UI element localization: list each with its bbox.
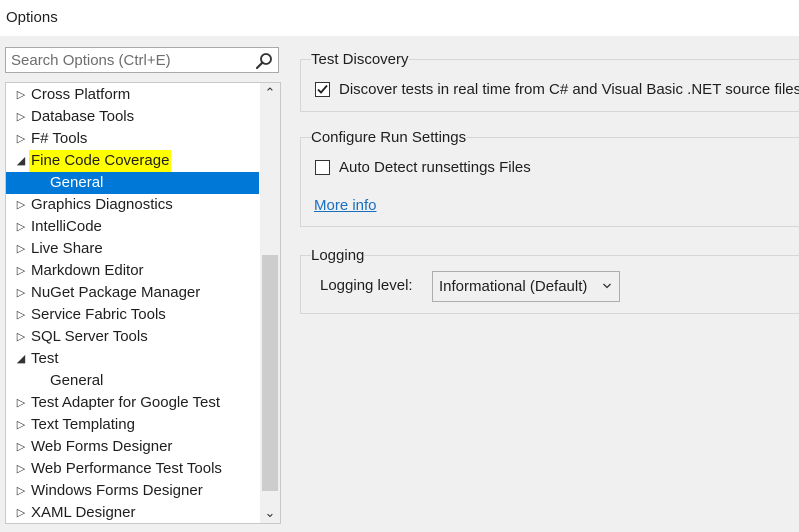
chevron-down-icon <box>603 283 611 289</box>
tree-item-fsharp-tools[interactable]: ▷ F# Tools <box>6 128 259 150</box>
expand-arrow-icon[interactable]: ▷ <box>16 436 26 458</box>
group-title: Configure Run Settings <box>311 129 467 146</box>
expand-arrow-icon[interactable]: ▷ <box>16 458 26 480</box>
tree-item-label: Graphics Diagnostics <box>31 196 173 213</box>
tree-item-test-adapter-google-test[interactable]: ▷ Test Adapter for Google Test <box>6 392 259 414</box>
tree-item-label: IntelliCode <box>31 218 102 235</box>
title-bar: Options <box>0 0 799 36</box>
tree-item-label: NuGet Package Manager <box>31 284 201 301</box>
expand-arrow-icon[interactable]: ▷ <box>16 282 26 304</box>
discover-tests-checkbox[interactable] <box>315 82 330 97</box>
search-icon[interactable] <box>255 52 273 70</box>
scroll-down-icon[interactable]: ⌄ <box>260 503 280 523</box>
tree-item-text-templating[interactable]: ▷ Text Templating <box>6 414 259 436</box>
group-title: Test Discovery <box>311 51 409 68</box>
tree-item-label: Cross Platform <box>31 86 131 103</box>
tree-item-label: Test <box>31 350 59 367</box>
expand-arrow-icon[interactable]: ▷ <box>16 260 26 282</box>
tree-item-test[interactable]: ◢ Test <box>6 348 259 370</box>
expand-arrow-icon[interactable]: ▷ <box>16 128 26 150</box>
tree-item-label: General <box>50 372 104 389</box>
tree-item-live-share[interactable]: ▷ Live Share <box>6 238 259 260</box>
logging-level-label: Logging level: <box>320 277 413 294</box>
options-tree: ▷ Cross Platform ▷ Database Tools ▷ F# T… <box>5 82 281 524</box>
checkbox-label: Auto Detect runsettings Files <box>339 159 531 176</box>
checkbox-label: Discover tests in real time from C# and … <box>339 81 799 98</box>
tree-item-test-general[interactable]: General <box>6 370 259 392</box>
group-title: Logging <box>311 247 365 264</box>
expand-arrow-icon[interactable]: ▷ <box>16 480 26 502</box>
tree-item-label: Web Performance Test Tools <box>31 460 222 477</box>
expand-arrow-icon[interactable]: ▷ <box>16 414 26 436</box>
scroll-thumb[interactable] <box>262 255 278 491</box>
expand-arrow-icon[interactable]: ▷ <box>16 326 26 348</box>
run-settings-group: Configure Run Settings Auto Detect runse… <box>300 129 799 227</box>
tree-item-label: SQL Server Tools <box>31 328 148 345</box>
tree-item-label: Web Forms Designer <box>31 438 173 455</box>
expand-arrow-icon[interactable]: ▷ <box>16 238 26 260</box>
tree-item-label: Live Share <box>31 240 103 257</box>
tree-item-label: General <box>50 174 104 191</box>
tree-item-label: Markdown Editor <box>31 262 144 279</box>
test-discovery-group: Test Discovery Discover tests in real ti… <box>300 51 799 112</box>
expand-arrow-icon[interactable]: ▷ <box>16 392 26 414</box>
tree-item-label: F# Tools <box>31 130 88 147</box>
tree-item-service-fabric-tools[interactable]: ▷ Service Fabric Tools <box>6 304 259 326</box>
tree-scrollbar[interactable]: ⌃ ⌄ <box>260 83 280 523</box>
dropdown-value: Informational (Default) <box>439 278 588 295</box>
tree-item-markdown-editor[interactable]: ▷ Markdown Editor <box>6 260 259 282</box>
logging-group: Logging Logging level: Informational (De… <box>300 247 799 314</box>
tree-item-label: Windows Forms Designer <box>31 482 203 499</box>
tree-item-label: Test Adapter for Google Test <box>31 394 221 411</box>
logging-level-select[interactable]: Informational (Default) <box>432 271 620 302</box>
tree-item-cross-platform[interactable]: ▷ Cross Platform <box>6 84 259 106</box>
checkmark-icon <box>317 84 328 94</box>
search-input[interactable] <box>6 48 255 72</box>
search-box[interactable] <box>5 47 279 73</box>
tree-item-label: XAML Designer <box>31 504 136 521</box>
tree-item-xaml-designer[interactable]: ▷ XAML Designer <box>6 502 259 523</box>
tree-item-intellicode[interactable]: ▷ IntelliCode <box>6 216 259 238</box>
scroll-up-icon[interactable]: ⌃ <box>260 83 280 103</box>
tree-item-nuget-package-manager[interactable]: ▷ NuGet Package Manager <box>6 282 259 304</box>
expand-arrow-icon[interactable]: ▷ <box>16 194 26 216</box>
expand-arrow-icon[interactable]: ▷ <box>16 304 26 326</box>
collapse-arrow-icon[interactable]: ◢ <box>16 348 26 370</box>
expand-arrow-icon[interactable]: ▷ <box>16 216 26 238</box>
tree-item-label: Service Fabric Tools <box>31 306 166 323</box>
tree-item-label: Fine Code Coverage <box>29 150 172 172</box>
tree-item-label: Database Tools <box>31 108 135 125</box>
tree-item-label: Text Templating <box>31 416 135 433</box>
tree-item-graphics-diagnostics[interactable]: ▷ Graphics Diagnostics <box>6 194 259 216</box>
tree-item-sql-server-tools[interactable]: ▷ SQL Server Tools <box>6 326 259 348</box>
tree-item-fine-code-coverage[interactable]: ◢ Fine Code Coverage <box>6 150 259 172</box>
expand-arrow-icon[interactable]: ▷ <box>16 502 26 523</box>
more-info-link[interactable]: More info <box>314 197 377 214</box>
window-title: Options <box>6 9 58 26</box>
expand-arrow-icon[interactable]: ▷ <box>16 106 26 128</box>
tree-item-fcc-general[interactable]: General <box>6 172 259 194</box>
tree-item-database-tools[interactable]: ▷ Database Tools <box>6 106 259 128</box>
auto-detect-checkbox[interactable] <box>315 160 330 175</box>
tree-item-web-performance-test-tools[interactable]: ▷ Web Performance Test Tools <box>6 458 259 480</box>
collapse-arrow-icon[interactable]: ◢ <box>16 150 26 172</box>
tree-item-web-forms-designer[interactable]: ▷ Web Forms Designer <box>6 436 259 458</box>
expand-arrow-icon[interactable]: ▷ <box>16 84 26 106</box>
tree-item-windows-forms-designer[interactable]: ▷ Windows Forms Designer <box>6 480 259 502</box>
